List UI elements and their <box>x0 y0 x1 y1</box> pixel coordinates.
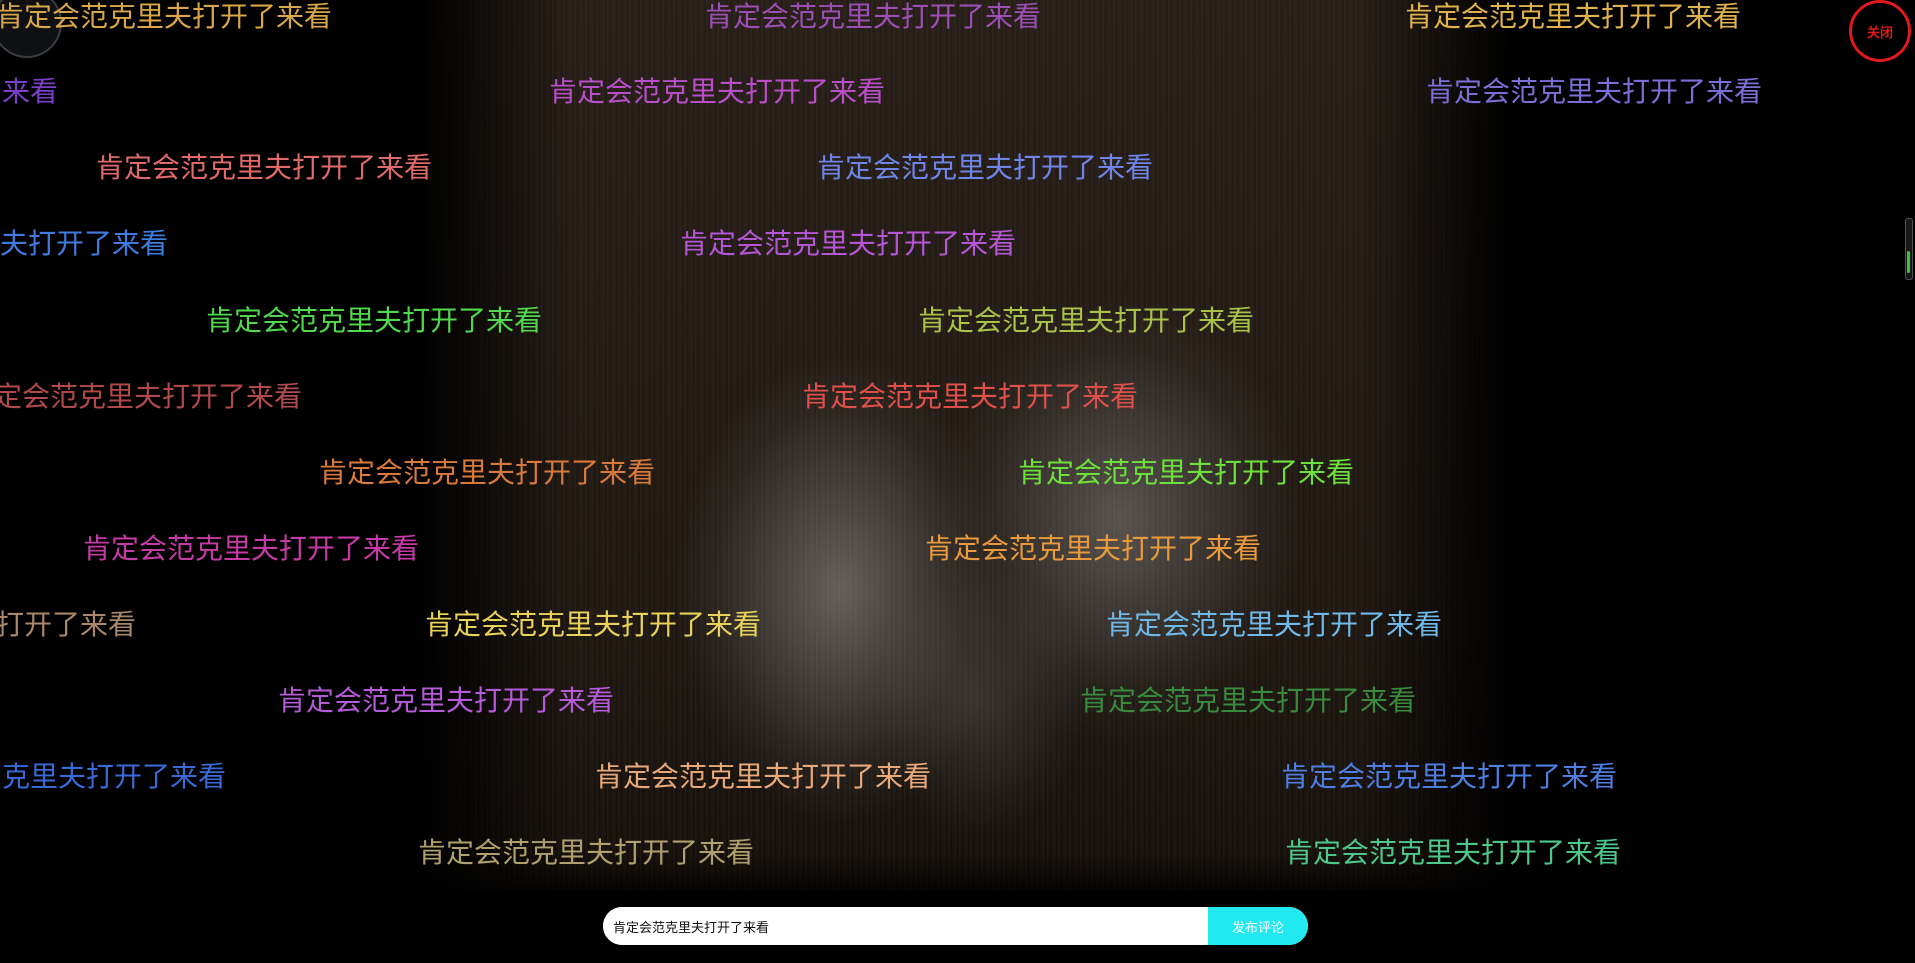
scroll-indicator[interactable] <box>1905 218 1913 280</box>
danmaku-item: 肯定会范克里夫打开了来看 <box>96 151 433 184</box>
danmaku-item: 肯定会范克里夫打开了来看 <box>680 227 1017 260</box>
danmaku-item: 肯定会范克里夫打开了来看 <box>1285 836 1622 869</box>
publish-comment-button[interactable]: 发布评论 <box>1208 907 1308 945</box>
danmaku-item: 肯定会范克里夫打开了来看 <box>425 608 762 641</box>
danmaku-item: 肯定会范克里夫打开了来看 <box>278 684 615 717</box>
close-button[interactable]: 关闭 <box>1849 0 1911 62</box>
danmaku-item: 肯定会范克里夫打开了来看 <box>1426 75 1763 108</box>
danmaku-item: 肯定会范克里夫打开了来看 <box>549 75 886 108</box>
danmaku-item: 克里夫打开了来看 <box>2 760 227 793</box>
danmaku-item: 肯定会范克里夫打开了来看 <box>595 760 932 793</box>
danmaku-item: 来看 <box>2 75 59 108</box>
danmaku-item: 夫打开了来看 <box>0 227 169 260</box>
danmaku-item: 定会范克里夫打开了来看 <box>0 380 303 413</box>
danmaku-item: 肯定会范克里夫打开了来看 <box>319 456 656 489</box>
danmaku-item: 肯定会范克里夫打开了来看 <box>705 0 1042 33</box>
danmaku-item: 肯定会范克里夫打开了来看 <box>83 532 420 565</box>
danmaku-item: 肯定会范克里夫打开了来看 <box>925 532 1262 565</box>
danmaku-item: 打开了来看 <box>0 608 137 641</box>
danmaku-item: 肯定会范克里夫打开了来看 <box>802 380 1139 413</box>
scroll-thumb[interactable] <box>1907 251 1910 273</box>
danmaku-item: 肯定会范克里夫打开了来看 <box>1080 684 1417 717</box>
danmaku-item: 肯定会范克里夫打开了来看 <box>418 836 755 869</box>
danmaku-stage: 肯定会范克里夫打开了来看 肯定会范克里夫打开了来看 肯定会范克里夫打开了来看 来… <box>0 0 1915 963</box>
danmaku-item: 肯定会范克里夫打开了来看 <box>1106 608 1443 641</box>
danmaku-item: 肯定会范克里夫打开了来看 <box>0 0 333 33</box>
danmaku-item: 肯定会范克里夫打开了来看 <box>1018 456 1355 489</box>
danmaku-item: 肯定会范克里夫打开了来看 <box>918 304 1255 337</box>
danmaku-item: 肯定会范克里夫打开了来看 <box>1281 760 1618 793</box>
danmaku-item: 肯定会范克里夫打开了来看 <box>206 304 543 337</box>
background-image <box>420 0 1510 890</box>
comment-composer: 发布评论 <box>603 907 1308 945</box>
danmaku-item: 肯定会范克里夫打开了来看 <box>1405 0 1742 33</box>
danmaku-item: 肯定会范克里夫打开了来看 <box>817 151 1154 184</box>
comment-input[interactable] <box>603 907 1208 945</box>
